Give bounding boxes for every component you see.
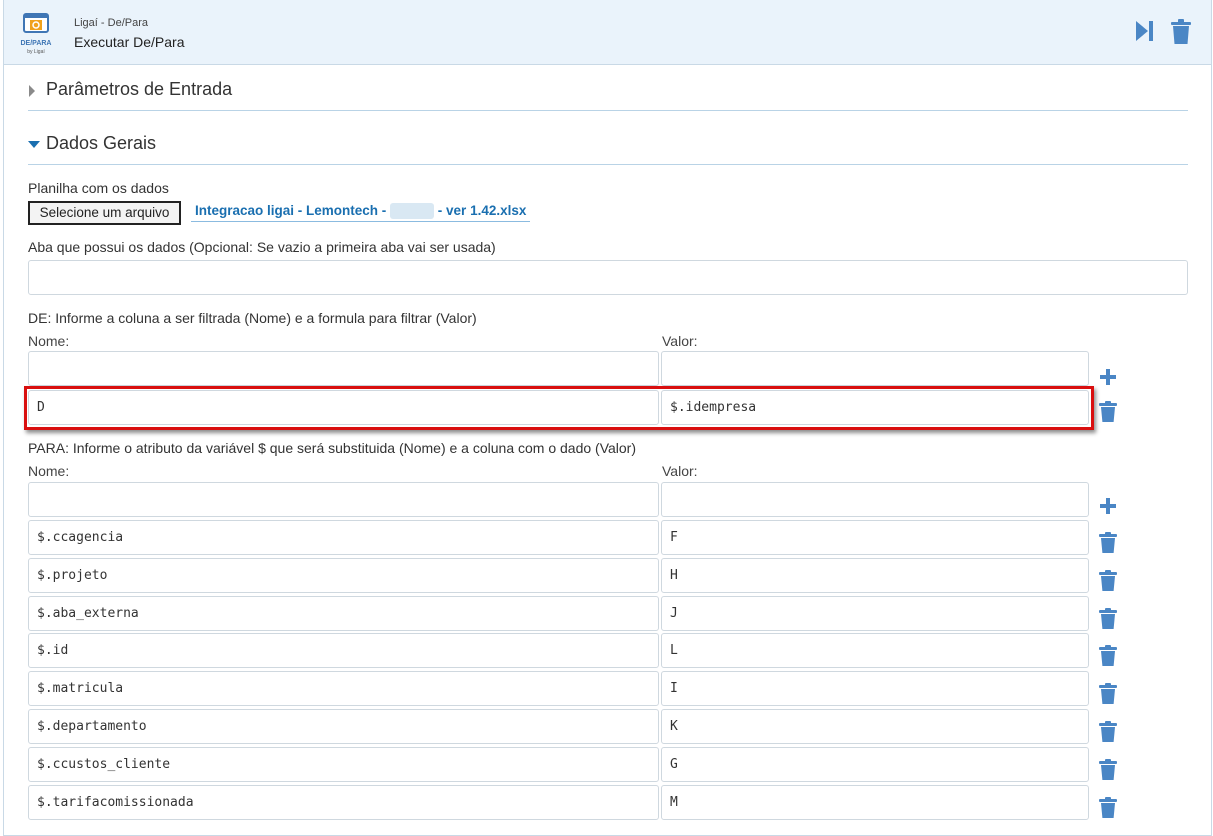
add-para-row-icon[interactable] <box>1098 495 1118 517</box>
depara-logo-icon: DE/PARA by Ligaí <box>21 13 52 55</box>
para-row-value-input[interactable]: L <box>661 633 1089 668</box>
delete-para-row-icon[interactable] <box>1098 532 1118 554</box>
delete-para-row-icon[interactable] <box>1098 721 1118 743</box>
para-row-name-input[interactable]: $.id <box>28 633 659 668</box>
para-row-value-input[interactable]: K <box>661 709 1089 744</box>
para-row-value-input[interactable]: J <box>661 596 1089 631</box>
svg-text:by Ligaí: by Ligaí <box>27 49 45 55</box>
section-title: Dados Gerais <box>46 133 157 153</box>
para-row-value-input[interactable]: G <box>661 747 1089 782</box>
para-row-name-input[interactable]: $.matricula <box>28 671 659 706</box>
para-new-value-input[interactable] <box>661 482 1089 517</box>
para-row-name-input[interactable]: $.projeto <box>28 558 659 593</box>
delete-para-row-icon[interactable] <box>1098 570 1118 592</box>
file-name-suffix: - ver 1.42.xlsx <box>434 203 527 218</box>
para-name-header: Nome: <box>28 463 70 479</box>
run-step-icon[interactable] <box>1135 19 1155 43</box>
section-dados-gerais[interactable]: Dados Gerais <box>28 119 1188 165</box>
trash-icon[interactable] <box>1170 19 1192 45</box>
section-title: Parâmetros de Entrada <box>46 79 233 99</box>
delete-para-row-icon[interactable] <box>1098 608 1118 630</box>
spreadsheet-label: Planilha com os dados <box>28 180 169 196</box>
para-label: PARA: Informe o atributo da variável $ q… <box>28 440 637 456</box>
app-header: DE/PARA by Ligaí Ligaí - De/Para Executa… <box>4 0 1211 65</box>
para-row-value-input[interactable]: F <box>661 520 1089 555</box>
caret-right-icon <box>29 85 35 97</box>
svg-text:DE/PARA: DE/PARA <box>21 40 52 47</box>
de-row-value-input[interactable]: $.idempresa <box>661 390 1089 425</box>
delete-para-row-icon[interactable] <box>1098 797 1118 819</box>
sheet-tab-input[interactable] <box>28 260 1188 295</box>
para-row-name-input[interactable]: $.aba_externa <box>28 596 659 631</box>
para-row-value-input[interactable]: M <box>661 785 1089 820</box>
select-file-button[interactable]: Selecione um arquivo <box>28 201 181 225</box>
delete-para-row-icon[interactable] <box>1098 759 1118 781</box>
redacted-text <box>390 203 435 220</box>
delete-para-row-icon[interactable] <box>1098 645 1118 667</box>
file-name-link[interactable]: Integracao ligai - Lemontech - - ver 1.4… <box>191 203 531 222</box>
app-window: DE/PARA by Ligaí Ligaí - De/Para Executa… <box>3 0 1212 836</box>
para-row-value-input[interactable]: H <box>661 558 1089 593</box>
para-value-header: Valor: <box>662 463 698 479</box>
add-de-row-icon[interactable] <box>1098 366 1118 388</box>
para-row-name-input[interactable]: $.tarifacomissionada <box>28 785 659 820</box>
de-label: DE: Informe a coluna a ser filtrada (Nom… <box>28 310 477 326</box>
caret-down-icon <box>28 141 40 148</box>
de-name-header: Nome: <box>28 333 70 349</box>
de-new-value-input[interactable] <box>661 351 1089 386</box>
sheet-tab-label: Aba que possui os dados (Opcional: Se va… <box>28 239 496 255</box>
de-value-header: Valor: <box>662 333 698 349</box>
para-row-name-input[interactable]: $.ccustos_cliente <box>28 747 659 782</box>
de-row-name-input[interactable]: D <box>28 390 659 425</box>
file-name-prefix: Integracao ligai - Lemontech - <box>195 203 391 218</box>
delete-de-row-icon[interactable] <box>1098 401 1118 423</box>
app-name: Ligaí - De/Para <box>74 17 148 29</box>
de-new-name-input[interactable] <box>28 351 659 386</box>
para-new-name-input[interactable] <box>28 482 659 517</box>
para-row-name-input[interactable]: $.departamento <box>28 709 659 744</box>
delete-para-row-icon[interactable] <box>1098 683 1118 705</box>
para-row-value-input[interactable]: I <box>661 671 1089 706</box>
section-parametros-de-entrada[interactable]: Parâmetros de Entrada <box>28 65 1188 111</box>
page-title: Executar De/Para <box>74 34 185 50</box>
para-row-name-input[interactable]: $.ccagencia <box>28 520 659 555</box>
